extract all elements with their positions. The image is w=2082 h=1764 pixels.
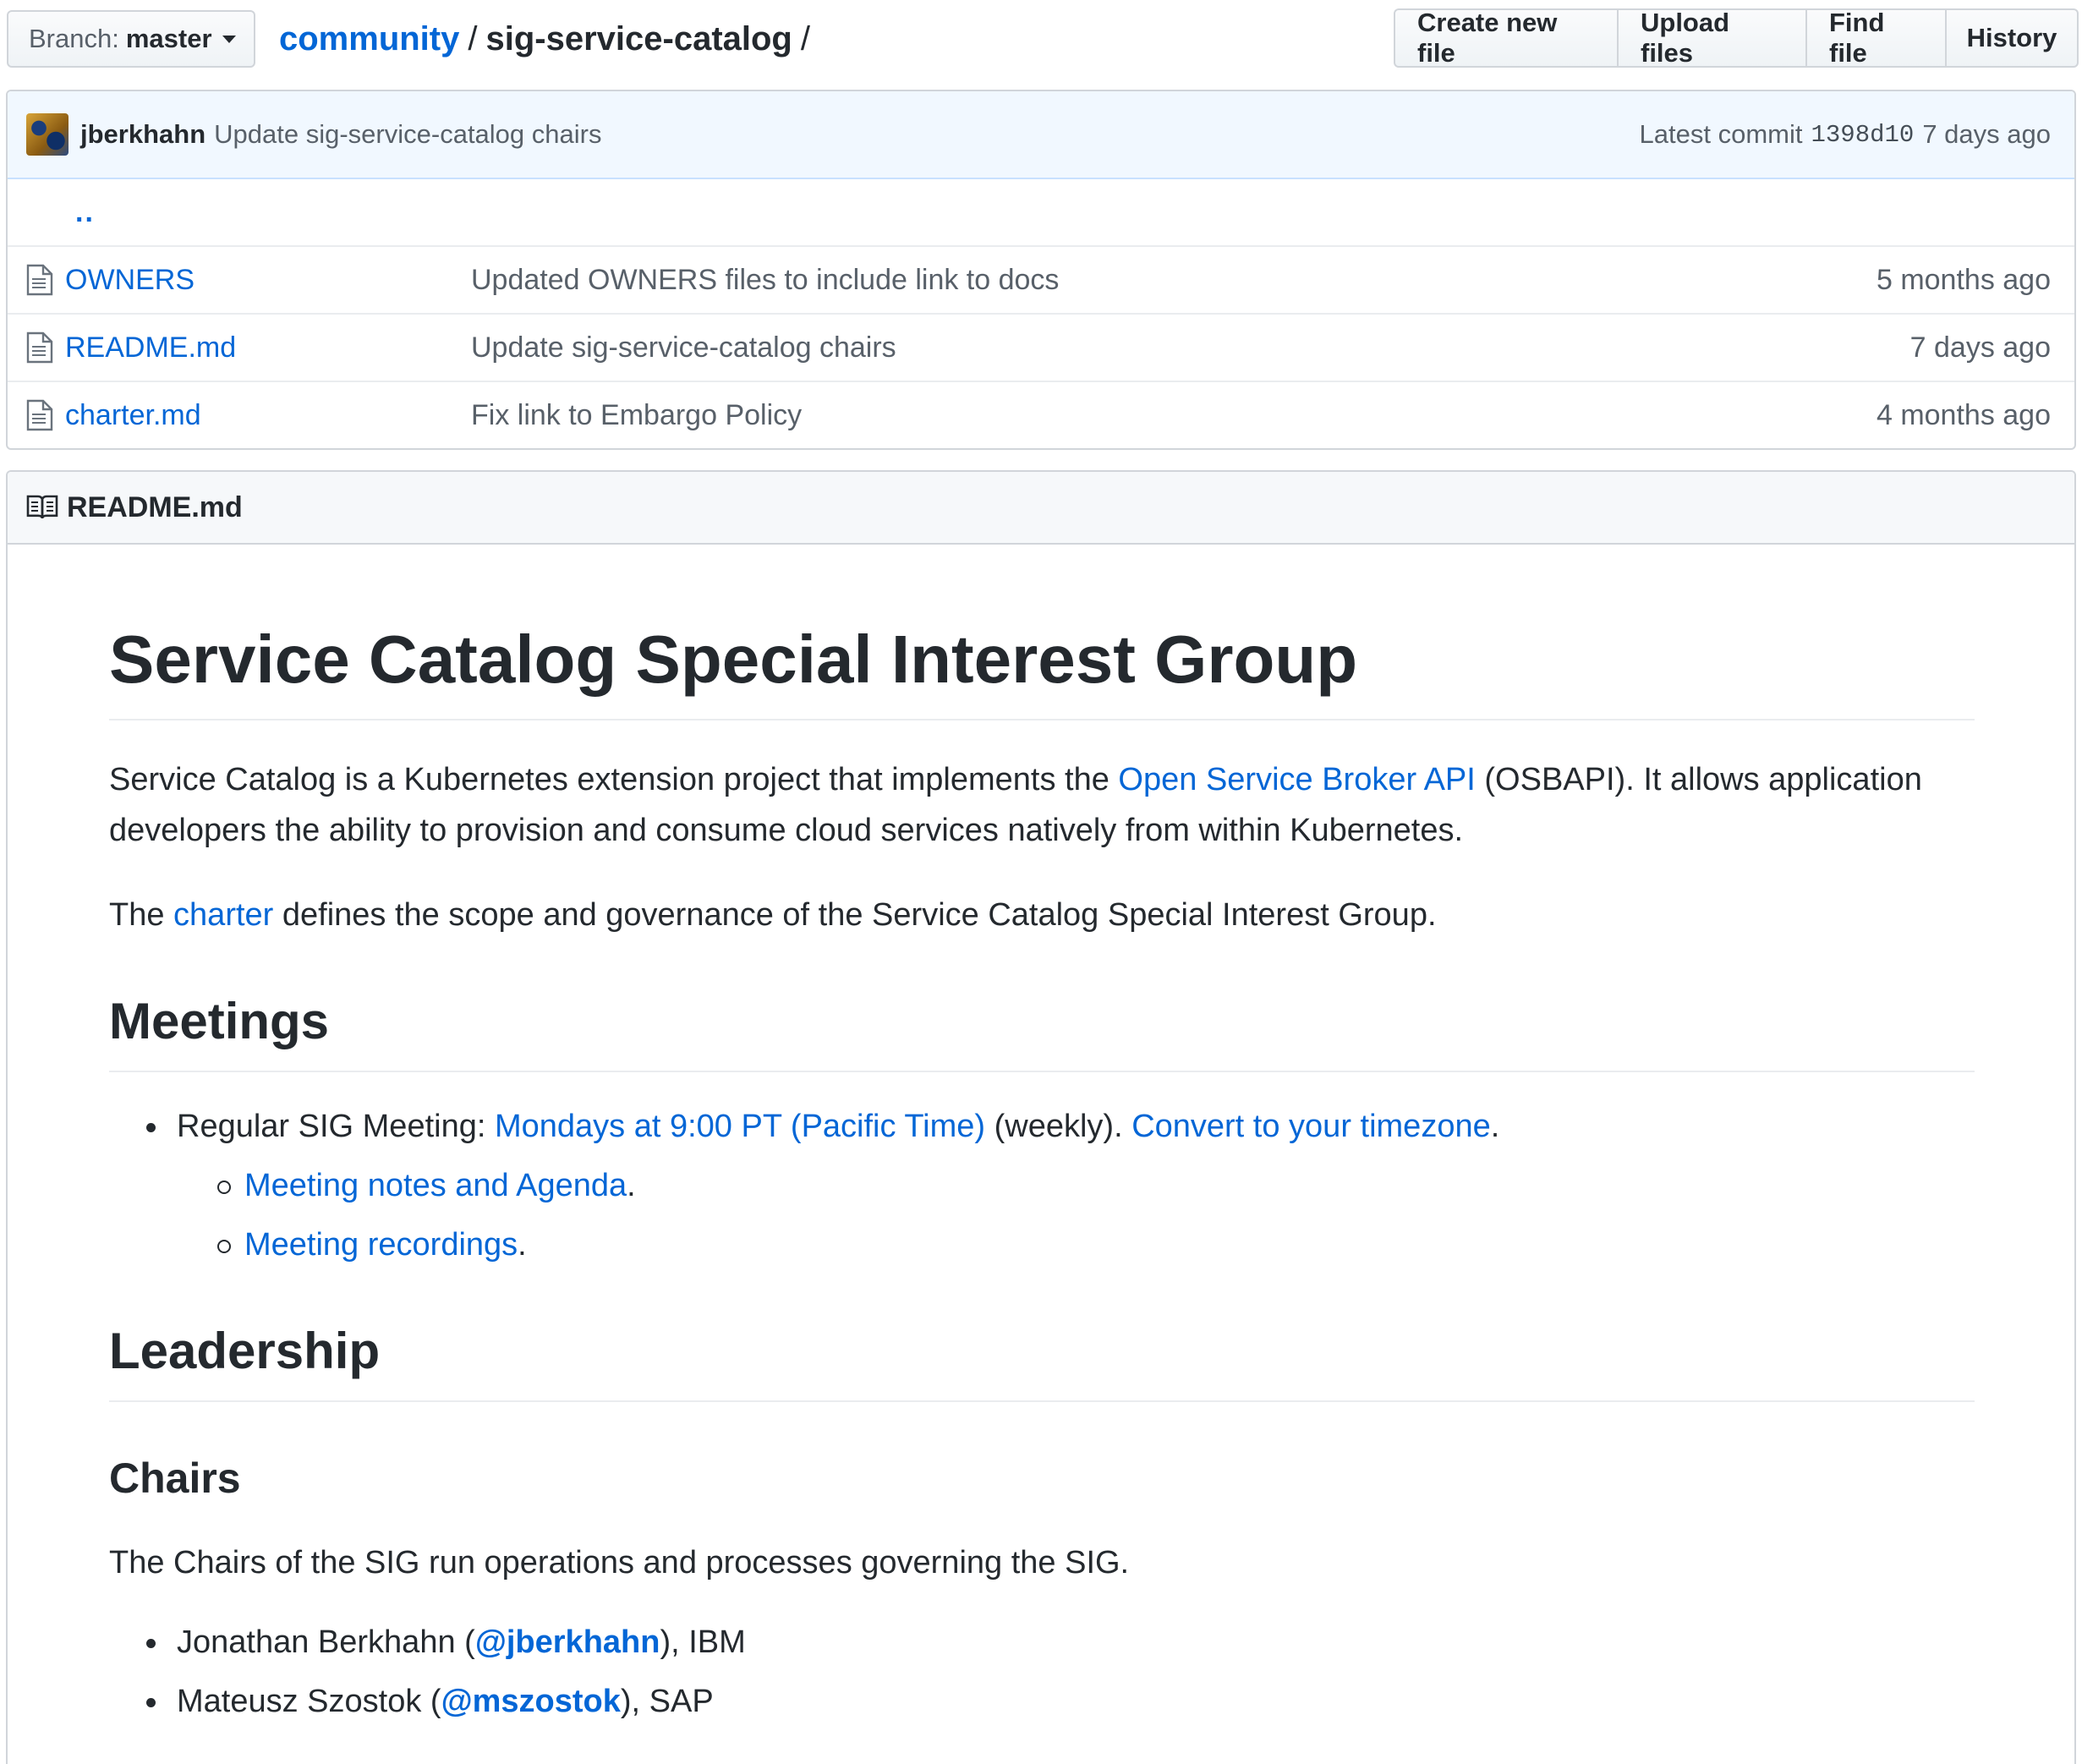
readme-panel: README.md Service Catalog Special Intere… xyxy=(6,470,2076,1764)
find-file-button[interactable]: Find file xyxy=(1807,8,1947,68)
breadcrumb-current-dir: sig-service-catalog xyxy=(485,19,792,58)
branch-selector[interactable]: Branch: master xyxy=(7,10,255,68)
meeting-recordings-link[interactable]: Meeting recordings xyxy=(244,1227,518,1263)
breadcrumb-separator: / xyxy=(468,19,478,58)
create-new-file-button[interactable]: Create new file xyxy=(1394,8,1619,68)
file-age: 7 days ago xyxy=(1909,331,2051,364)
top-bar: Branch: master community / sig-service-c… xyxy=(0,0,2082,85)
meeting-time-link[interactable]: Mondays at 9:00 PT (Pacific Time) xyxy=(495,1109,985,1144)
intro-text: Service Catalog is a Kubernetes extensio… xyxy=(109,762,1119,797)
punctuation: . xyxy=(518,1227,527,1263)
readme-content: Service Catalog Special Interest Group S… xyxy=(109,545,1975,1735)
commit-author-link[interactable]: jberkhahn xyxy=(80,119,205,150)
meetings-heading: Meetings xyxy=(109,991,1975,1072)
file-commit-message-link[interactable]: Update sig-service-catalog chairs xyxy=(471,331,1910,364)
chair-handle-link[interactable]: @mszostok xyxy=(441,1684,621,1719)
list-item: Meeting notes and Agenda. xyxy=(109,1160,1975,1211)
file-icon xyxy=(26,399,53,431)
meeting-notes-link[interactable]: Meeting notes and Agenda xyxy=(244,1168,627,1203)
file-row: OWNERS Updated OWNERS files to include l… xyxy=(8,245,2074,313)
caret-down-icon xyxy=(222,35,236,43)
charter-text-after: defines the scope and governance of the … xyxy=(273,897,1437,933)
file-listing: jberkhahn Update sig-service-catalog cha… xyxy=(6,90,2076,450)
list-item: Jonathan Berkhahn (@jberkhahn), IBM xyxy=(109,1617,1975,1668)
punctuation: . xyxy=(1490,1109,1500,1144)
file-actions: Create new file Upload files Find file H… xyxy=(1394,8,2079,68)
chairs-description: The Chairs of the SIG run operations and… xyxy=(109,1545,1130,1580)
chair-org: ), SAP xyxy=(620,1684,714,1719)
list-item: Regular SIG Meeting: Mondays at 9:00 PT … xyxy=(109,1101,1975,1152)
breadcrumb: community / sig-service-catalog / xyxy=(279,15,819,63)
book-icon xyxy=(26,495,58,519)
avatar[interactable] xyxy=(26,113,68,156)
chair-name: Mateusz Szostok ( xyxy=(177,1684,441,1719)
commit-meta: Latest commit 1398d10 7 days ago xyxy=(1640,119,2051,150)
file-age: 4 months ago xyxy=(1876,398,2051,431)
latest-commit-label: Latest commit xyxy=(1639,119,1803,149)
osbapi-link[interactable]: Open Service Broker API xyxy=(1118,762,1475,797)
file-icon xyxy=(26,331,53,364)
meetings-sublist: Meeting notes and Agenda. Meeting record… xyxy=(109,1160,1975,1270)
parent-directory-link[interactable]: .. xyxy=(75,196,95,229)
breadcrumb-repo-link[interactable]: community xyxy=(279,20,459,58)
file-row: charter.md Fix link to Embargo Policy 4 … xyxy=(8,381,2074,448)
leadership-heading: Leadership xyxy=(109,1321,1975,1402)
charter-paragraph: The charter defines the scope and govern… xyxy=(109,890,1975,940)
charter-text: The xyxy=(109,897,174,933)
intro-paragraph: Service Catalog is a Kubernetes extensio… xyxy=(109,754,1975,856)
chair-handle-link[interactable]: @jberkhahn xyxy=(475,1624,660,1660)
punctuation: . xyxy=(627,1168,636,1203)
readme-header: README.md xyxy=(8,472,2074,545)
meetings-list: Regular SIG Meeting: Mondays at 9:00 PT … xyxy=(109,1101,1975,1152)
timezone-link[interactable]: Convert to your timezone xyxy=(1131,1109,1491,1144)
latest-commit-bar: jberkhahn Update sig-service-catalog cha… xyxy=(8,91,2074,179)
file-name-link[interactable]: README.md xyxy=(65,331,471,364)
breadcrumb-separator: / xyxy=(800,19,810,58)
file-age: 5 months ago xyxy=(1876,263,2051,296)
commit-message-link[interactable]: Update sig-service-catalog chairs xyxy=(214,119,601,150)
file-name-link[interactable]: OWNERS xyxy=(65,264,471,297)
meeting-frequency: (weekly). xyxy=(985,1109,1132,1144)
file-commit-message-link[interactable]: Updated OWNERS files to include link to … xyxy=(471,264,1877,297)
branch-value: master xyxy=(125,24,212,53)
branch-label: Branch: xyxy=(29,24,119,53)
meeting-label: Regular SIG Meeting: xyxy=(177,1109,495,1144)
chairs-list: Jonathan Berkhahn (@jberkhahn), IBM Mate… xyxy=(109,1617,1975,1727)
parent-directory-row[interactable]: .. xyxy=(8,179,2074,245)
upload-files-button[interactable]: Upload files xyxy=(1619,8,1807,68)
file-name-link[interactable]: charter.md xyxy=(65,399,471,432)
file-icon xyxy=(26,264,53,296)
chair-name: Jonathan Berkhahn ( xyxy=(177,1624,475,1660)
readme-title: Service Catalog Special Interest Group xyxy=(109,621,1975,720)
file-row: README.md Update sig-service-catalog cha… xyxy=(8,313,2074,381)
commit-age: 7 days ago xyxy=(1922,119,2051,149)
list-item: Mateusz Szostok (@mszostok), SAP xyxy=(109,1676,1975,1727)
readme-filename: README.md xyxy=(67,490,243,523)
chairs-heading: Chairs xyxy=(109,1454,241,1502)
charter-link[interactable]: charter xyxy=(173,897,273,933)
chair-org: ), IBM xyxy=(660,1624,746,1660)
list-item: Meeting recordings. xyxy=(109,1219,1975,1270)
file-commit-message-link[interactable]: Fix link to Embargo Policy xyxy=(471,399,1877,432)
history-button[interactable]: History xyxy=(1947,8,2079,68)
commit-sha-link[interactable]: 1398d10 xyxy=(1811,121,1915,149)
